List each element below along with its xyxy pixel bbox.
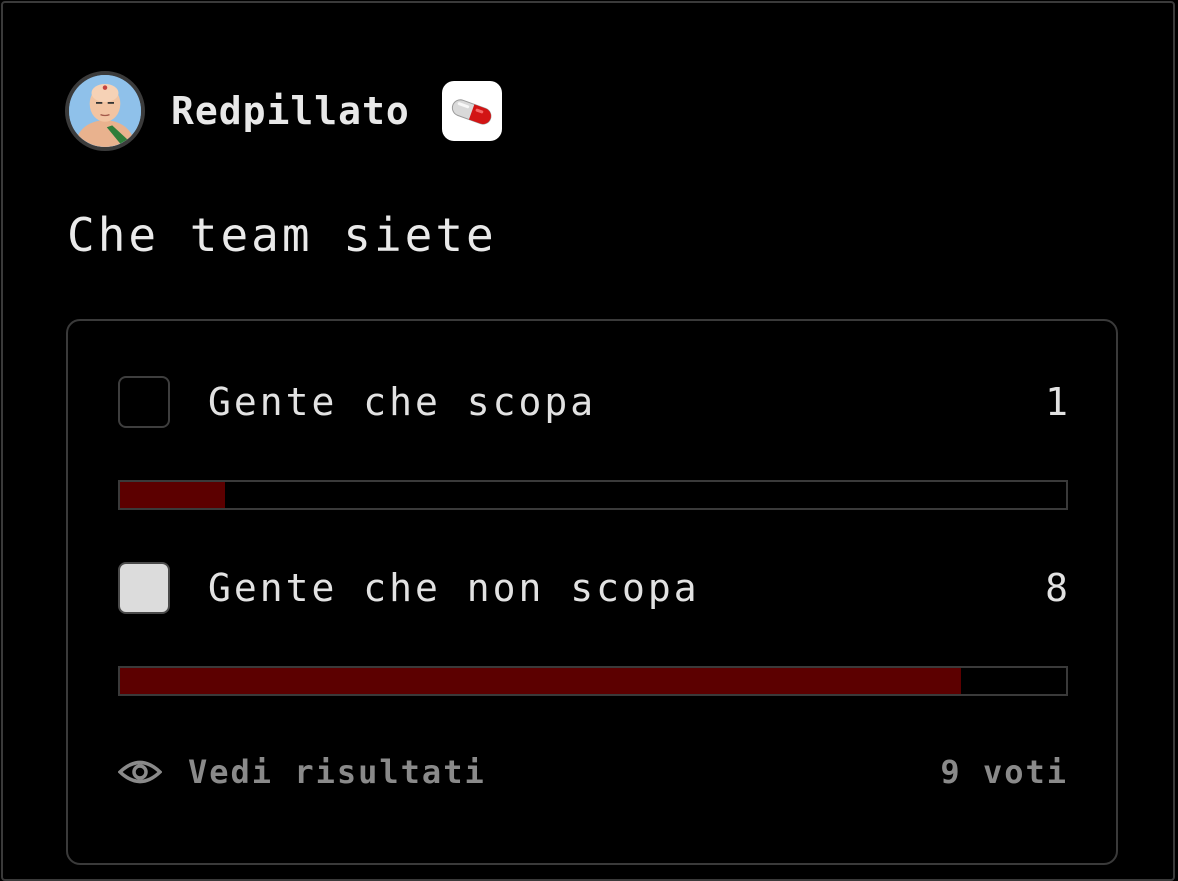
poll-option-bar-fill [120, 482, 225, 508]
poll-option-bar [118, 666, 1068, 696]
user-badge [441, 81, 502, 141]
username[interactable]: Redpillato [171, 89, 410, 133]
post-card: Redpillato Che team siete Gente che scop… [1, 1, 1175, 881]
view-results-link[interactable]: Vedi risultati [188, 753, 940, 791]
poll-option-bar [118, 480, 1068, 510]
poll-option[interactable]: Gente che non scopa 8 [118, 560, 1068, 696]
red-pill-icon [451, 99, 492, 125]
total-votes: 9 voti [940, 753, 1068, 791]
poll-option-label: Gente che scopa [208, 380, 597, 424]
poll-option[interactable]: Gente che scopa 1 [118, 374, 1068, 510]
poll-option-label: Gente che non scopa [208, 566, 700, 610]
poll-footer: Vedi risultati 9 voti [118, 753, 1068, 791]
poll-option-bar-fill [120, 668, 961, 694]
poll-option-count: 1 [1045, 380, 1068, 424]
poll: Gente che scopa 1 Gente che non scopa 8 [66, 319, 1118, 865]
poll-option-count: 8 [1045, 566, 1068, 610]
eye-icon[interactable] [118, 757, 162, 787]
poll-option-checkbox[interactable] [118, 562, 170, 614]
character-avatar-icon [69, 75, 141, 147]
post-author: Redpillato [65, 71, 502, 151]
post-title: Che team siete [67, 208, 497, 262]
poll-option-checkbox[interactable] [118, 376, 170, 428]
avatar[interactable] [65, 71, 145, 151]
